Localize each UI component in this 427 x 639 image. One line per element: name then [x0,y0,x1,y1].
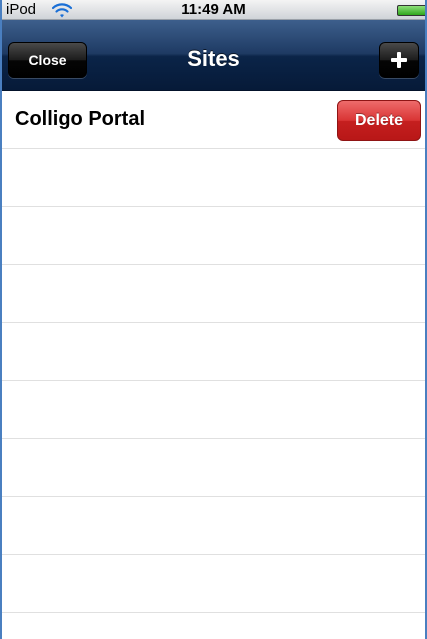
empty-row [2,555,425,613]
empty-row [2,381,425,439]
plus-icon [391,52,407,68]
empty-row [2,497,425,555]
status-time: 11:49 AM [181,1,246,18]
add-site-button[interactable] [379,42,419,78]
status-bar: iPod 11:49 AM [2,0,425,20]
navigation-bar: Close Sites [2,20,425,91]
empty-row [2,323,425,381]
empty-row [2,439,425,497]
battery-icon [397,5,425,16]
site-list: Colligo Portal Delete [2,91,425,613]
delete-button[interactable]: Delete [337,100,421,141]
site-name: Colligo Portal [15,108,145,130]
device-screen: iPod 11:49 AM Close Sites Colligo Portal… [0,0,427,639]
list-item[interactable]: Colligo Portal Delete [2,91,425,149]
page-title: Sites [187,46,240,71]
empty-row [2,265,425,323]
empty-row [2,149,425,207]
empty-row [2,207,425,265]
